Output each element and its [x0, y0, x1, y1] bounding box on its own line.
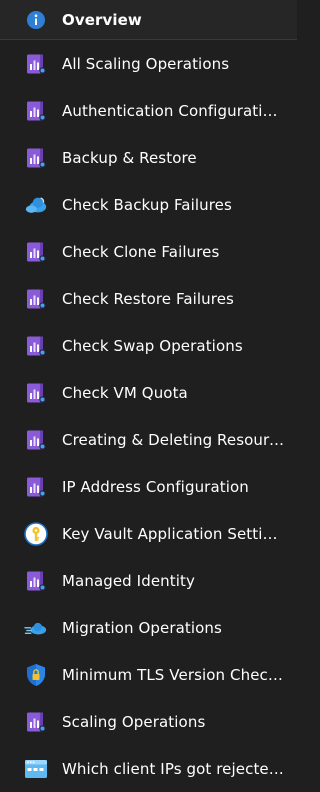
- navigation-menu: Overview All Scaling Operations Authenti…: [0, 0, 297, 792]
- web-window-icon: [24, 757, 48, 781]
- workbook-icon: [24, 146, 48, 170]
- nav-item-label: Check Backup Failures: [62, 195, 232, 214]
- nav-item-label: Scaling Operations: [62, 712, 206, 731]
- nav-item-label: Check Restore Failures: [62, 289, 234, 308]
- workbook-icon: [24, 287, 48, 311]
- nav-item-overview[interactable]: Overview: [0, 0, 297, 40]
- nav-item-check-backup-failures[interactable]: Check Backup Failures: [0, 181, 297, 228]
- info-icon: [24, 8, 48, 32]
- nav-item-label: Managed Identity: [62, 571, 195, 590]
- cloud-backup-icon: [24, 193, 48, 217]
- nav-item-label: Check Swap Operations: [62, 336, 243, 355]
- workbook-icon: [24, 381, 48, 405]
- nav-item-check-swap-operations[interactable]: Check Swap Operations: [0, 322, 297, 369]
- nav-item-migration-operations[interactable]: Migration Operations: [0, 604, 297, 651]
- nav-item-creating-deleting-resources[interactable]: Creating & Deleting Resources: [0, 416, 297, 463]
- nav-item-label: Check Clone Failures: [62, 242, 220, 261]
- nav-item-label: Overview: [62, 11, 142, 29]
- workbook-icon: [24, 475, 48, 499]
- nav-item-all-scaling-operations[interactable]: All Scaling Operations: [0, 40, 297, 87]
- nav-item-label: Check VM Quota: [62, 383, 188, 402]
- nav-item-label: All Scaling Operations: [62, 54, 230, 73]
- nav-item-which-client-ips-got-rejected[interactable]: Which client IPs got rejected ...: [0, 745, 297, 792]
- nav-item-ip-address-configuration[interactable]: IP Address Configuration: [0, 463, 297, 510]
- cloud-migration-icon: [24, 616, 48, 640]
- nav-item-scaling-operations[interactable]: Scaling Operations: [0, 698, 297, 745]
- nav-item-backup-restore[interactable]: Backup & Restore: [0, 134, 297, 181]
- nav-item-label: Backup & Restore: [62, 148, 197, 167]
- nav-item-check-clone-failures[interactable]: Check Clone Failures: [0, 228, 297, 275]
- nav-item-label: IP Address Configuration: [62, 477, 249, 496]
- workbook-icon: [24, 99, 48, 123]
- key-icon: [24, 521, 48, 546]
- nav-item-label: Which client IPs got rejected ...: [62, 759, 284, 778]
- workbook-icon: [24, 710, 48, 734]
- workbook-icon: [24, 428, 48, 452]
- nav-item-label: Migration Operations: [62, 618, 222, 637]
- workbook-icon: [24, 569, 48, 593]
- nav-item-label: Key Vault Application Setting...: [62, 524, 284, 543]
- nav-item-label: Authentication Configuration ...: [62, 101, 284, 120]
- shield-lock-icon: [24, 663, 48, 687]
- nav-item-authentication-configuration[interactable]: Authentication Configuration ...: [0, 87, 297, 134]
- nav-item-check-restore-failures[interactable]: Check Restore Failures: [0, 275, 297, 322]
- nav-item-managed-identity[interactable]: Managed Identity: [0, 557, 297, 604]
- nav-item-key-vault-application-setting[interactable]: Key Vault Application Setting...: [0, 510, 297, 557]
- nav-item-label: Creating & Deleting Resources: [62, 430, 284, 449]
- workbook-icon: [24, 52, 48, 76]
- workbook-icon: [24, 240, 48, 264]
- nav-item-label: Minimum TLS Version Checker: [62, 665, 284, 684]
- nav-item-check-vm-quota[interactable]: Check VM Quota: [0, 369, 297, 416]
- workbook-icon: [24, 334, 48, 358]
- nav-item-minimum-tls-version-checker[interactable]: Minimum TLS Version Checker: [0, 651, 297, 698]
